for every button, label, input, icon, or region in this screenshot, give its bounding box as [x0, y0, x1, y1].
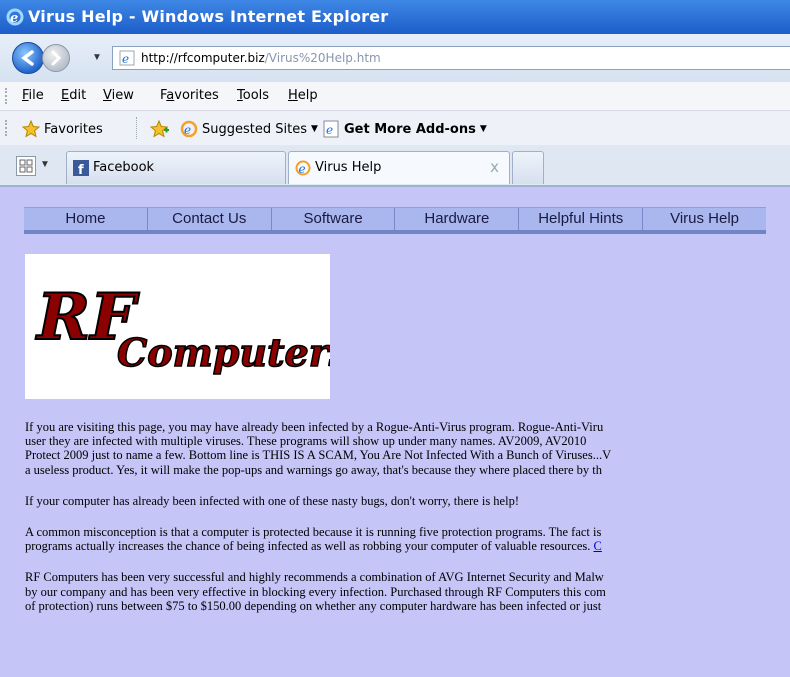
tab-label: Virus Help — [315, 160, 382, 175]
recent-pages-dropdown-icon[interactable]: ▼ — [92, 52, 102, 63]
address-toolbar: ▼ e http://rfcomputer.biz/Virus%20Help.h… — [0, 34, 790, 82]
paragraph-misconception: A common misconception is that a compute… — [25, 525, 602, 554]
forward-arrow-icon — [51, 50, 62, 66]
chevron-down-icon: ▼ — [310, 124, 318, 134]
svg-text:e: e — [326, 123, 333, 137]
address-bar[interactable]: e http://rfcomputer.biz/Virus%20Help.htm — [112, 46, 790, 70]
nav-hardware[interactable]: Hardware — [395, 208, 520, 230]
star-icon — [22, 120, 40, 138]
page-ie-icon: e — [119, 50, 135, 66]
rf-computers-logo: RF Computers — [25, 254, 351, 399]
paragraph-help: If your computer has already been infect… — [25, 493, 519, 508]
svg-text:f: f — [78, 163, 84, 176]
menu-edit[interactable]: Edit — [61, 88, 86, 103]
suggested-sites-button[interactable]: e Suggested Sites ▼ — [180, 120, 318, 138]
tab-facebook[interactable]: f Facebook — [66, 151, 286, 184]
menu-tools[interactable]: Tools — [237, 88, 269, 103]
favorites-button[interactable]: Favorites — [22, 120, 103, 138]
close-tab-icon[interactable]: x — [490, 158, 499, 176]
logo-computers: Computers — [117, 330, 330, 375]
new-tab-button[interactable] — [512, 151, 544, 184]
toolbar-grip — [5, 120, 7, 136]
svg-text:e: e — [122, 52, 129, 66]
site-nav: Home Contact Us Software Hardware Helpfu… — [24, 207, 766, 234]
get-more-addons-label: Get More Add-ons — [344, 121, 476, 137]
ie-suggested-icon: e — [180, 120, 198, 138]
back-button[interactable] — [12, 42, 44, 74]
svg-text:e: e — [184, 123, 191, 137]
get-more-addons-button[interactable]: e Get More Add-ons ▼ — [322, 120, 487, 138]
tab-label: Facebook — [93, 160, 155, 175]
quick-tabs-icon[interactable] — [16, 156, 36, 176]
svg-text:e: e — [10, 11, 18, 26]
menu-help[interactable]: Help — [288, 88, 318, 103]
chevron-down-icon: ▼ — [479, 124, 487, 134]
ie-page-icon: e — [295, 160, 311, 176]
address-url: http://rfcomputer.biz/Virus%20Help.htm — [141, 51, 381, 65]
nav-home[interactable]: Home — [24, 208, 148, 230]
nav-virus-help[interactable]: Virus Help — [643, 208, 766, 230]
page-content: If you are visiting this page, you may h… — [25, 420, 790, 630]
inline-link[interactable]: C — [594, 539, 602, 553]
ie-logo-icon: e — [6, 8, 24, 26]
menu-bar: File Edit View Favorites Tools Help — [0, 82, 790, 111]
window-title: Virus Help - Windows Internet Explorer — [28, 7, 389, 26]
add-favorite-icon — [150, 120, 169, 138]
menu-view[interactable]: View — [103, 88, 134, 103]
add-to-favorites-button[interactable] — [150, 120, 170, 138]
favorites-bar: Favorites e Suggested Sites ▼ e Get More… — [0, 111, 790, 145]
toolbar-grip — [5, 88, 7, 104]
tab-virus-help[interactable]: e Virus Help x — [288, 151, 510, 184]
nav-helpful-hints[interactable]: Helpful Hints — [519, 208, 644, 230]
toolbar-separator — [136, 117, 137, 139]
suggested-sites-label: Suggested Sites — [202, 121, 307, 137]
tab-list-dropdown-icon[interactable]: ▼ — [40, 159, 50, 170]
tab-bar: ▼ f Facebook e Virus Help x — [0, 145, 790, 187]
paragraph-recommendation: RF Computers has been very successful an… — [25, 570, 606, 613]
forward-button[interactable] — [42, 44, 70, 72]
menu-favorites[interactable]: Favorites — [160, 88, 219, 103]
paragraph-rogue-antivirus: If you are visiting this page, you may h… — [25, 420, 612, 477]
back-arrow-icon — [21, 50, 34, 66]
svg-text:e: e — [299, 162, 306, 176]
page-ie-icon: e — [323, 120, 339, 138]
facebook-icon: f — [73, 160, 89, 176]
favorites-label: Favorites — [44, 121, 103, 137]
menu-file[interactable]: File — [22, 88, 44, 103]
nav-contact-us[interactable]: Contact Us — [148, 208, 272, 230]
window-titlebar: e Virus Help - Windows Internet Explorer — [0, 0, 790, 34]
nav-software[interactable]: Software — [272, 208, 396, 230]
